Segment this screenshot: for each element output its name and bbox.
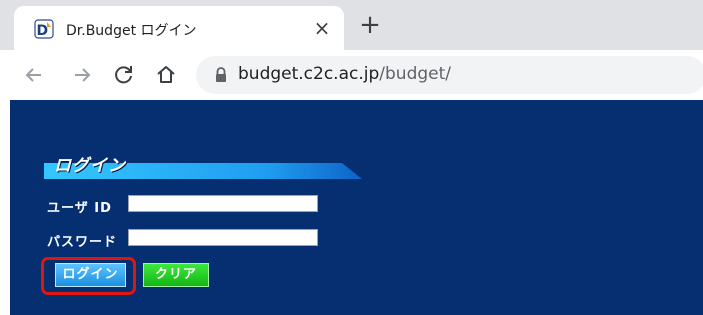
forward-arrow-icon[interactable] — [69, 62, 95, 88]
url-text: budget.c2c.ac.jp/budget/ — [238, 64, 451, 84]
tab-strip: D Dr.Budget ログイン × + — [0, 0, 703, 50]
address-bar[interactable]: budget.c2c.ac.jp/budget/ — [196, 56, 703, 94]
password-label: パスワード — [47, 235, 118, 250]
login-heading: ログイン — [44, 151, 362, 181]
clear-button[interactable]: クリア — [143, 263, 209, 287]
login-page: ログイン ユーザ ID パスワード ログイン クリア — [10, 100, 703, 315]
close-tab-icon[interactable]: × — [311, 17, 333, 39]
back-arrow-icon[interactable] — [21, 62, 47, 88]
tab-title: Dr.Budget ログイン — [66, 23, 197, 39]
lock-icon — [216, 67, 226, 82]
home-icon[interactable] — [153, 62, 179, 88]
login-button-highlight — [41, 257, 136, 295]
dr-budget-favicon-icon: D — [34, 19, 54, 39]
url-path: /budget/ — [379, 64, 452, 84]
browser-tab[interactable]: D Dr.Budget ログイン × — [14, 6, 344, 50]
password-input[interactable] — [128, 229, 318, 246]
url-host: budget.c2c.ac.jp — [238, 64, 380, 84]
reload-icon[interactable] — [111, 62, 137, 88]
user-id-label: ユーザ ID — [47, 201, 112, 216]
user-id-input[interactable] — [128, 195, 318, 212]
login-title: ログイン — [54, 156, 126, 176]
new-tab-icon[interactable]: + — [356, 12, 384, 40]
browser-toolbar: budget.c2c.ac.jp/budget/ — [0, 50, 703, 100]
svg-text:D: D — [37, 23, 49, 39]
